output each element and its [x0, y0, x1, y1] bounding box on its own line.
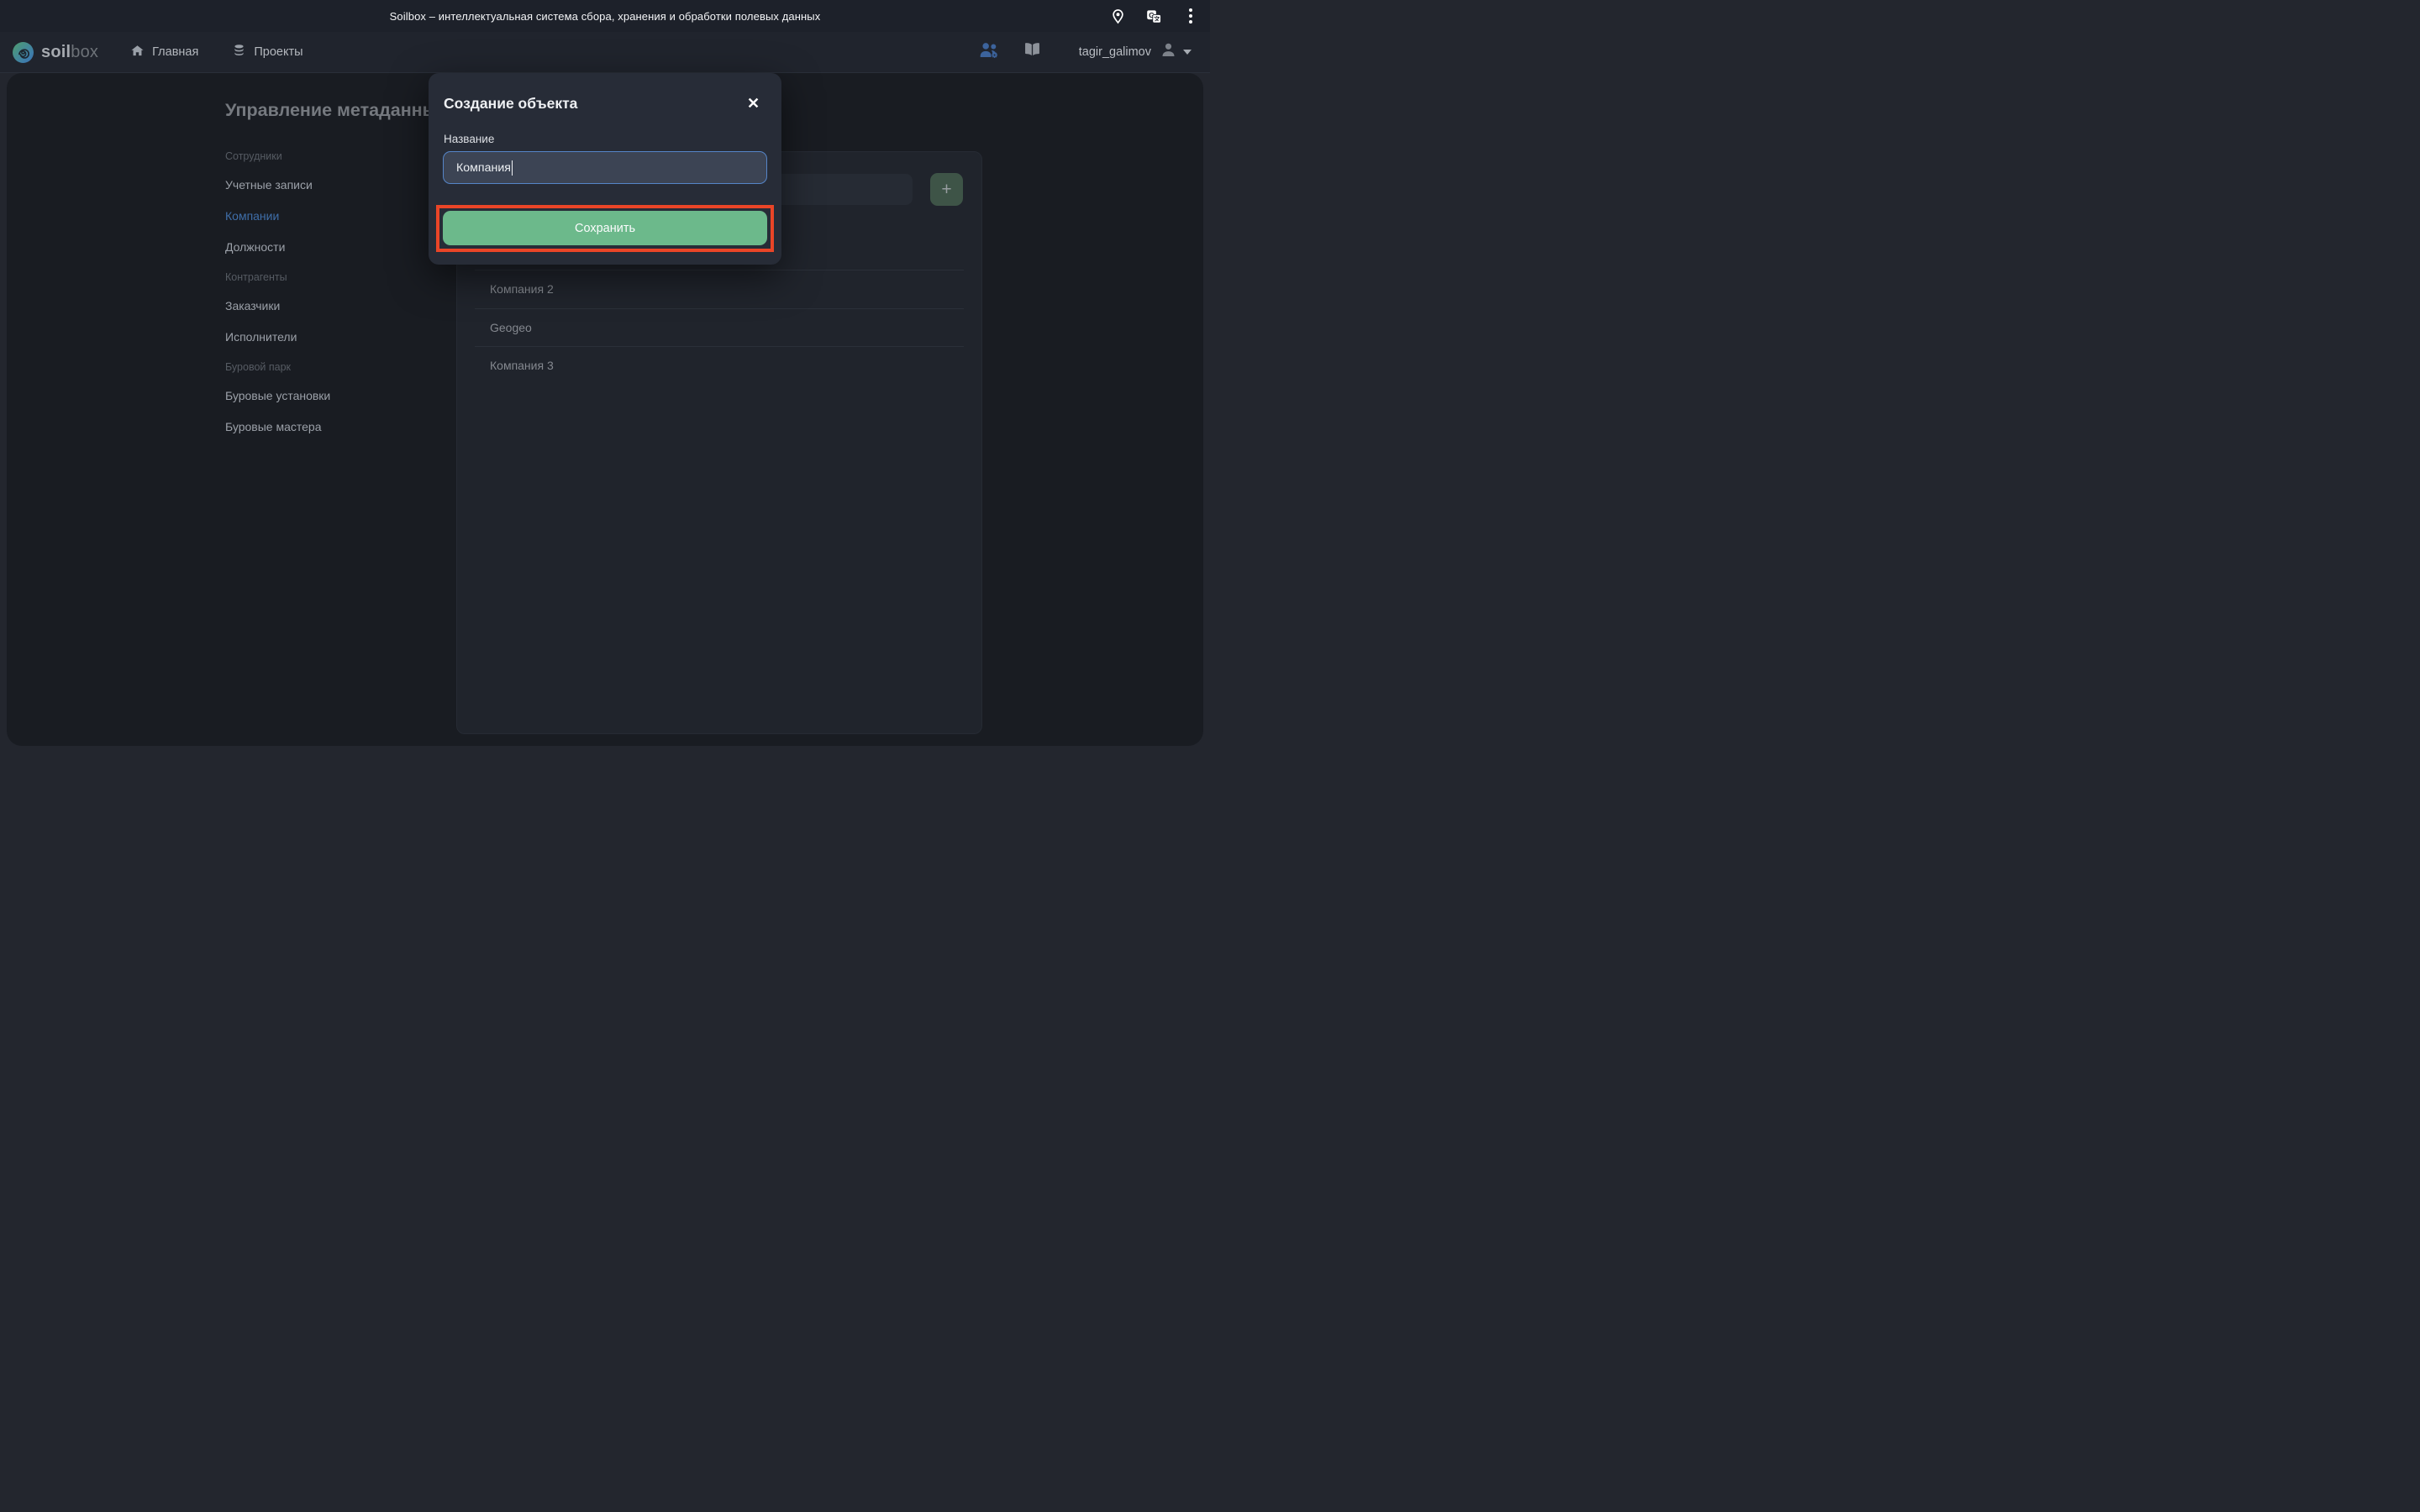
brand-text-light: box — [71, 43, 98, 61]
username[interactable]: tagir_galimov — [1079, 45, 1151, 59]
create-object-modal: Создание объекта ✕ Название Компания Сох… — [429, 73, 781, 265]
soilbox-spiral-icon — [13, 42, 34, 63]
system-bar-title: Soilbox – интеллектуальная система сбора… — [390, 10, 821, 23]
companies-list: Компания 2 Geogeo Компания 3 — [475, 270, 964, 385]
system-bar: Soilbox – интеллектуальная система сбора… — [0, 0, 1210, 32]
sidebar-section-title: Сотрудники — [225, 150, 423, 163]
chevron-down-icon[interactable] — [1183, 50, 1192, 55]
system-bar-icons: G — [1110, 0, 1198, 32]
modal-title: Создание объекта — [444, 95, 577, 113]
sidebar-item-positions[interactable]: Должности — [225, 239, 423, 255]
book-icon[interactable] — [1023, 40, 1042, 64]
database-icon — [232, 44, 246, 61]
translate-icon[interactable]: G — [1146, 8, 1162, 24]
object-name-value: Компания — [456, 161, 511, 175]
sidebar-section-title: Буровой парк — [225, 360, 423, 374]
save-button[interactable]: Сохранить — [443, 211, 767, 245]
page-title: Управление метаданными — [225, 100, 462, 121]
name-field-label: Название — [444, 133, 494, 145]
sidebar-item-drilling-rigs[interactable]: Буровые установки — [225, 388, 423, 403]
sidebar-item-drilling-masters[interactable]: Буровые мастера — [225, 419, 423, 434]
object-name-input[interactable]: Компания — [443, 151, 767, 184]
sidebar-item-contractors[interactable]: Исполнители — [225, 329, 423, 344]
brand-text: soilbox — [41, 43, 98, 62]
text-caret — [512, 160, 513, 176]
sidebar-section-employees: Сотрудники Учетные записи Компании Должн… — [225, 150, 423, 255]
metadata-sidebar: Сотрудники Учетные записи Компании Должн… — [225, 150, 423, 450]
brand-logo[interactable]: soilbox — [13, 42, 98, 63]
nav-item-home-label: Главная — [152, 45, 198, 59]
list-item-company-2[interactable]: Компания 2 — [475, 270, 964, 308]
kebab-menu-icon[interactable] — [1182, 8, 1198, 24]
sidebar-item-customers[interactable]: Заказчики — [225, 298, 423, 313]
nav-item-projects[interactable]: Проекты — [232, 44, 302, 61]
list-item-company-3[interactable]: Компания 3 — [475, 346, 964, 385]
sidebar-item-companies[interactable]: Компании — [225, 208, 423, 223]
sidebar-item-accounts[interactable]: Учетные записи — [225, 177, 423, 192]
users-settings-icon[interactable] — [978, 39, 1001, 66]
sidebar-section-counterparties: Контрагенты Заказчики Исполнители — [225, 270, 423, 344]
location-pin-icon[interactable] — [1110, 8, 1126, 24]
nav-item-projects-label: Проекты — [254, 45, 302, 59]
sidebar-section-drilling-park: Буровой парк Буровые установки Буровые м… — [225, 360, 423, 434]
brand-text-bold: soil — [41, 43, 71, 61]
add-company-button[interactable]: + — [930, 173, 963, 206]
navbar-right: tagir_galimov — [978, 39, 1192, 66]
home-icon — [130, 44, 145, 61]
list-item-geogeo[interactable]: Geogeo — [475, 308, 964, 347]
person-icon[interactable] — [1160, 41, 1177, 63]
nav-item-home[interactable]: Главная — [130, 44, 198, 61]
navbar: soilbox Главная Проекты — [0, 32, 1210, 73]
sidebar-section-title: Контрагенты — [225, 270, 423, 284]
close-icon[interactable]: ✕ — [747, 96, 760, 111]
